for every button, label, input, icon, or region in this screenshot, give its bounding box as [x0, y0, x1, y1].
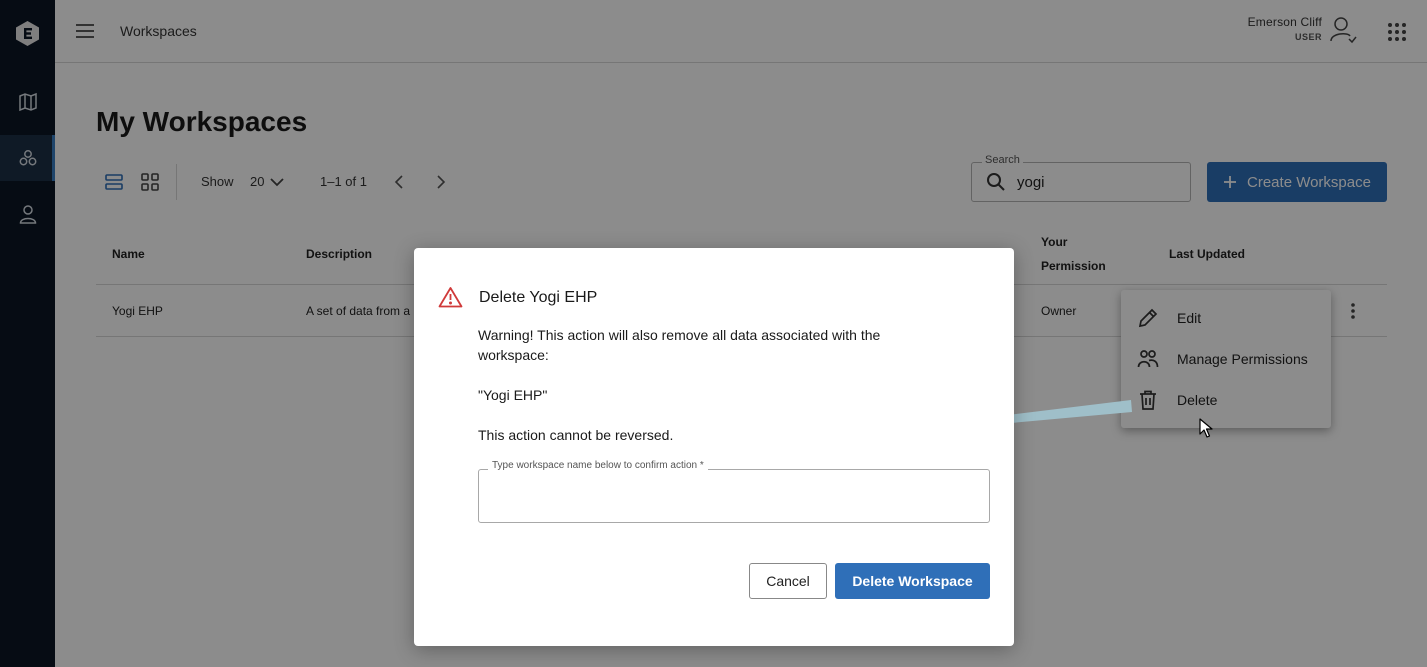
delete-workspace-dialog: Delete Yogi EHP Warning! This action wil… [414, 248, 1014, 646]
cancel-button[interactable]: Cancel [749, 563, 827, 599]
confirm-name-field[interactable] [478, 469, 990, 523]
dialog-warning-line2: workspace: [478, 347, 549, 363]
mouse-cursor-icon [1199, 418, 1213, 438]
dialog-workspace-name: "Yogi EHP" [478, 387, 548, 403]
warning-icon [438, 287, 463, 308]
dialog-irreversible-note: This action cannot be reversed. [478, 427, 674, 443]
dialog-warning-line1: Warning! This action will also remove al… [478, 327, 881, 343]
dialog-title: Delete Yogi EHP [479, 289, 598, 306]
delete-workspace-button[interactable]: Delete Workspace [835, 563, 990, 599]
confirm-name-label: Type workspace name below to confirm act… [488, 460, 708, 471]
